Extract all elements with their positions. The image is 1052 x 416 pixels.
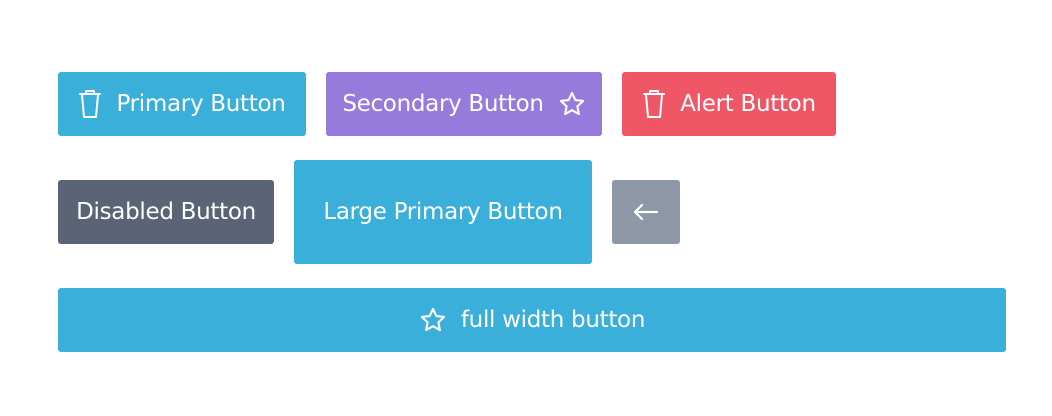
back-button[interactable] [612, 180, 680, 244]
alert-button[interactable]: Alert Button [622, 72, 836, 136]
full-width-button-label: full width button [460, 306, 646, 333]
trash-icon [642, 89, 666, 119]
primary-button[interactable]: Primary Button [58, 72, 306, 136]
large-primary-button[interactable]: Large Primary Button [294, 160, 592, 264]
disabled-button: Disabled Button [58, 180, 274, 244]
disabled-button-label: Disabled Button [76, 198, 256, 225]
arrow-left-icon [631, 200, 661, 224]
secondary-button-label: Secondary Button [342, 90, 544, 117]
alert-button-label: Alert Button [680, 90, 816, 117]
star-icon [558, 90, 586, 118]
large-primary-button-label: Large Primary Button [323, 198, 563, 225]
full-width-button[interactable]: full width button [58, 288, 1006, 352]
star-icon [419, 306, 447, 334]
primary-button-label: Primary Button [116, 90, 286, 117]
secondary-button[interactable]: Secondary Button [326, 72, 602, 136]
trash-icon [78, 89, 102, 119]
